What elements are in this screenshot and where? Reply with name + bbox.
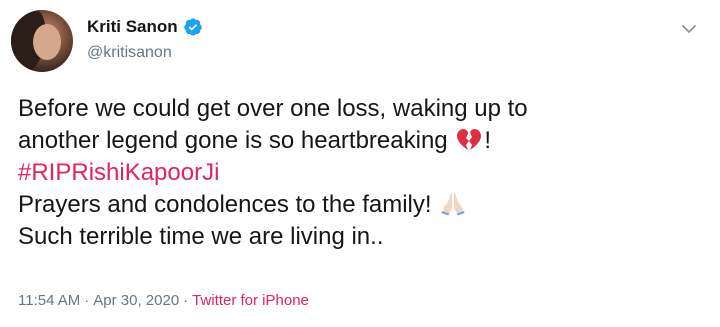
tweet-line-4: Prayers and condolences to the family! xyxy=(18,189,708,221)
tweet-date[interactable]: Apr 30, 2020 xyxy=(93,292,179,309)
tweet-text: Before we could get over one loss, wakin… xyxy=(18,93,708,253)
display-name[interactable]: Kriti Sanon xyxy=(87,17,178,37)
user-handle[interactable]: @kritisanon xyxy=(87,44,172,62)
verified-badge-icon xyxy=(183,18,202,36)
hashtag-link[interactable]: #RIPRishiKapoorJi xyxy=(18,159,219,186)
tweet-line-2: another legend gone is so heartbreaking … xyxy=(18,125,708,157)
folded-hands-icon xyxy=(441,193,465,216)
tweet-line-5: Such terrible time we are living in.. xyxy=(18,223,384,250)
chevron-down-icon[interactable] xyxy=(680,22,698,36)
broken-heart-icon xyxy=(457,129,482,150)
tweet-line-2-text: another legend gone is so heartbreaking xyxy=(18,127,448,154)
tweet-source-link[interactable]: Twitter for iPhone xyxy=(192,292,309,309)
tweet-line-1: Before we could get over one loss, wakin… xyxy=(18,95,528,122)
tweet-meta: 11:54 AM · Apr 30, 2020 · Twitter for iPhone xyxy=(18,292,309,309)
tweet-line-2-suffix: ! xyxy=(484,127,491,154)
tweet-line-4-text: Prayers and condolences to the family! xyxy=(18,191,432,218)
tweet-card: Kriti Sanon @kritisanon Before we could … xyxy=(0,0,720,327)
tweet-line-3: #RIPRishiKapoorJi xyxy=(18,157,708,189)
avatar-face xyxy=(33,24,61,60)
tweet-time[interactable]: 11:54 AM xyxy=(18,292,80,309)
author-name-row: Kriti Sanon xyxy=(87,17,203,37)
meta-separator: · xyxy=(183,292,189,309)
avatar[interactable] xyxy=(11,10,73,72)
meta-separator: · xyxy=(84,292,90,309)
